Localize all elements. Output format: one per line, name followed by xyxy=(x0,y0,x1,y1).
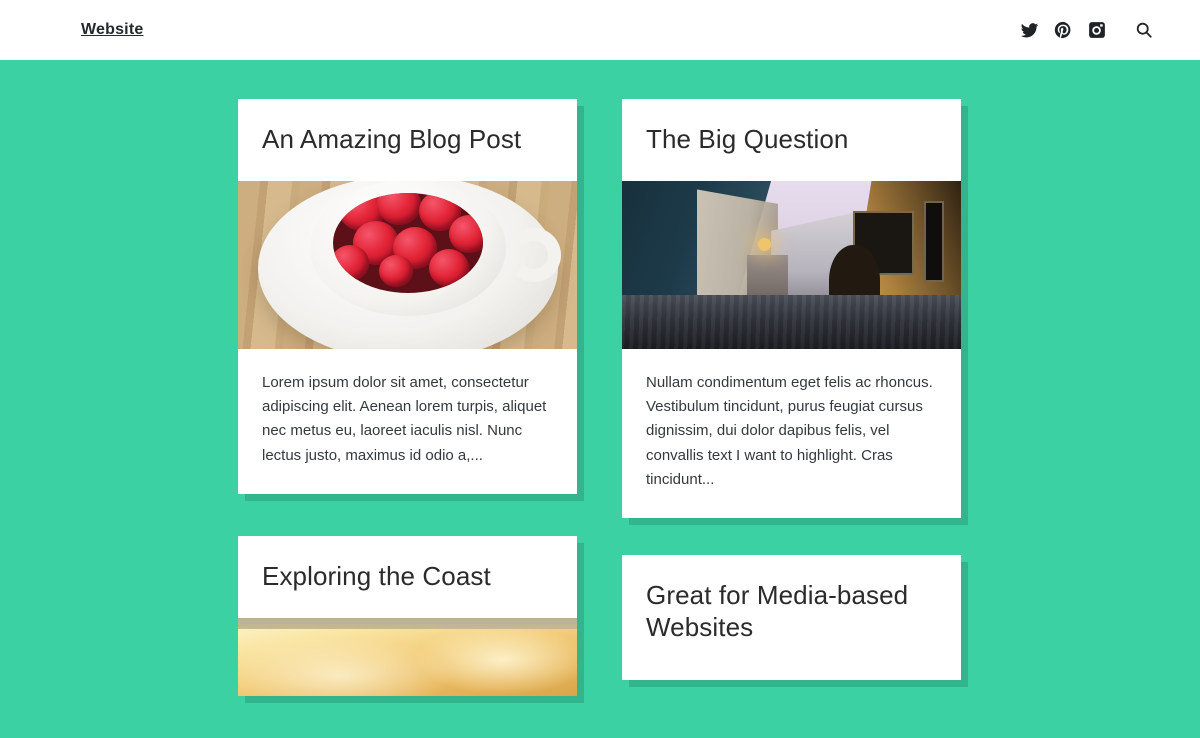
street-lamp-glow xyxy=(757,237,771,251)
post-image-coast xyxy=(238,617,577,696)
berry-shape xyxy=(448,214,483,253)
berry-shape xyxy=(428,248,469,287)
post-image-raspberries xyxy=(238,180,577,349)
page-background xyxy=(0,60,1200,690)
cup-handle-shape xyxy=(507,227,561,282)
berry-shape xyxy=(376,192,421,225)
street-window xyxy=(923,200,945,282)
search-icon[interactable] xyxy=(1127,13,1161,47)
post-title: An Amazing Blog Post xyxy=(262,124,522,154)
social-nav xyxy=(1012,13,1161,47)
site-header: Website xyxy=(0,0,1200,60)
grid-column-left: An Amazing Blog Post Lorem ipsum dolor s… xyxy=(238,99,577,738)
berry-shape xyxy=(378,254,413,287)
twitter-icon[interactable] xyxy=(1012,13,1046,47)
post-card[interactable]: Great for Media-based Websites xyxy=(622,555,961,681)
instagram-icon[interactable] xyxy=(1080,13,1114,47)
post-excerpt: Lorem ipsum dolor sit amet, consectetur … xyxy=(262,373,547,464)
pinterest-icon[interactable] xyxy=(1046,13,1080,47)
grid-column-right: The Big Question Nullam condimentum eget… xyxy=(622,99,961,717)
post-card[interactable]: Exploring the Coast xyxy=(238,535,577,696)
street-cobblestone-road xyxy=(622,294,961,349)
post-image-street xyxy=(622,180,961,349)
post-title: Exploring the Coast xyxy=(262,560,491,591)
post-title: Great for Media-based Websites xyxy=(646,580,909,642)
post-card[interactable]: An Amazing Blog Post Lorem ipsum dolor s… xyxy=(238,99,577,494)
berry-shape xyxy=(332,244,369,281)
post-title: The Big Question xyxy=(646,124,849,154)
post-excerpt: Nullam condimentum eget felis ac rhoncus… xyxy=(646,373,933,488)
sand-horizon-strip xyxy=(238,617,577,629)
cup-interior-shape xyxy=(332,192,483,293)
post-card[interactable]: The Big Question Nullam condimentum eget… xyxy=(622,99,961,519)
site-brand[interactable]: Website xyxy=(81,22,143,38)
